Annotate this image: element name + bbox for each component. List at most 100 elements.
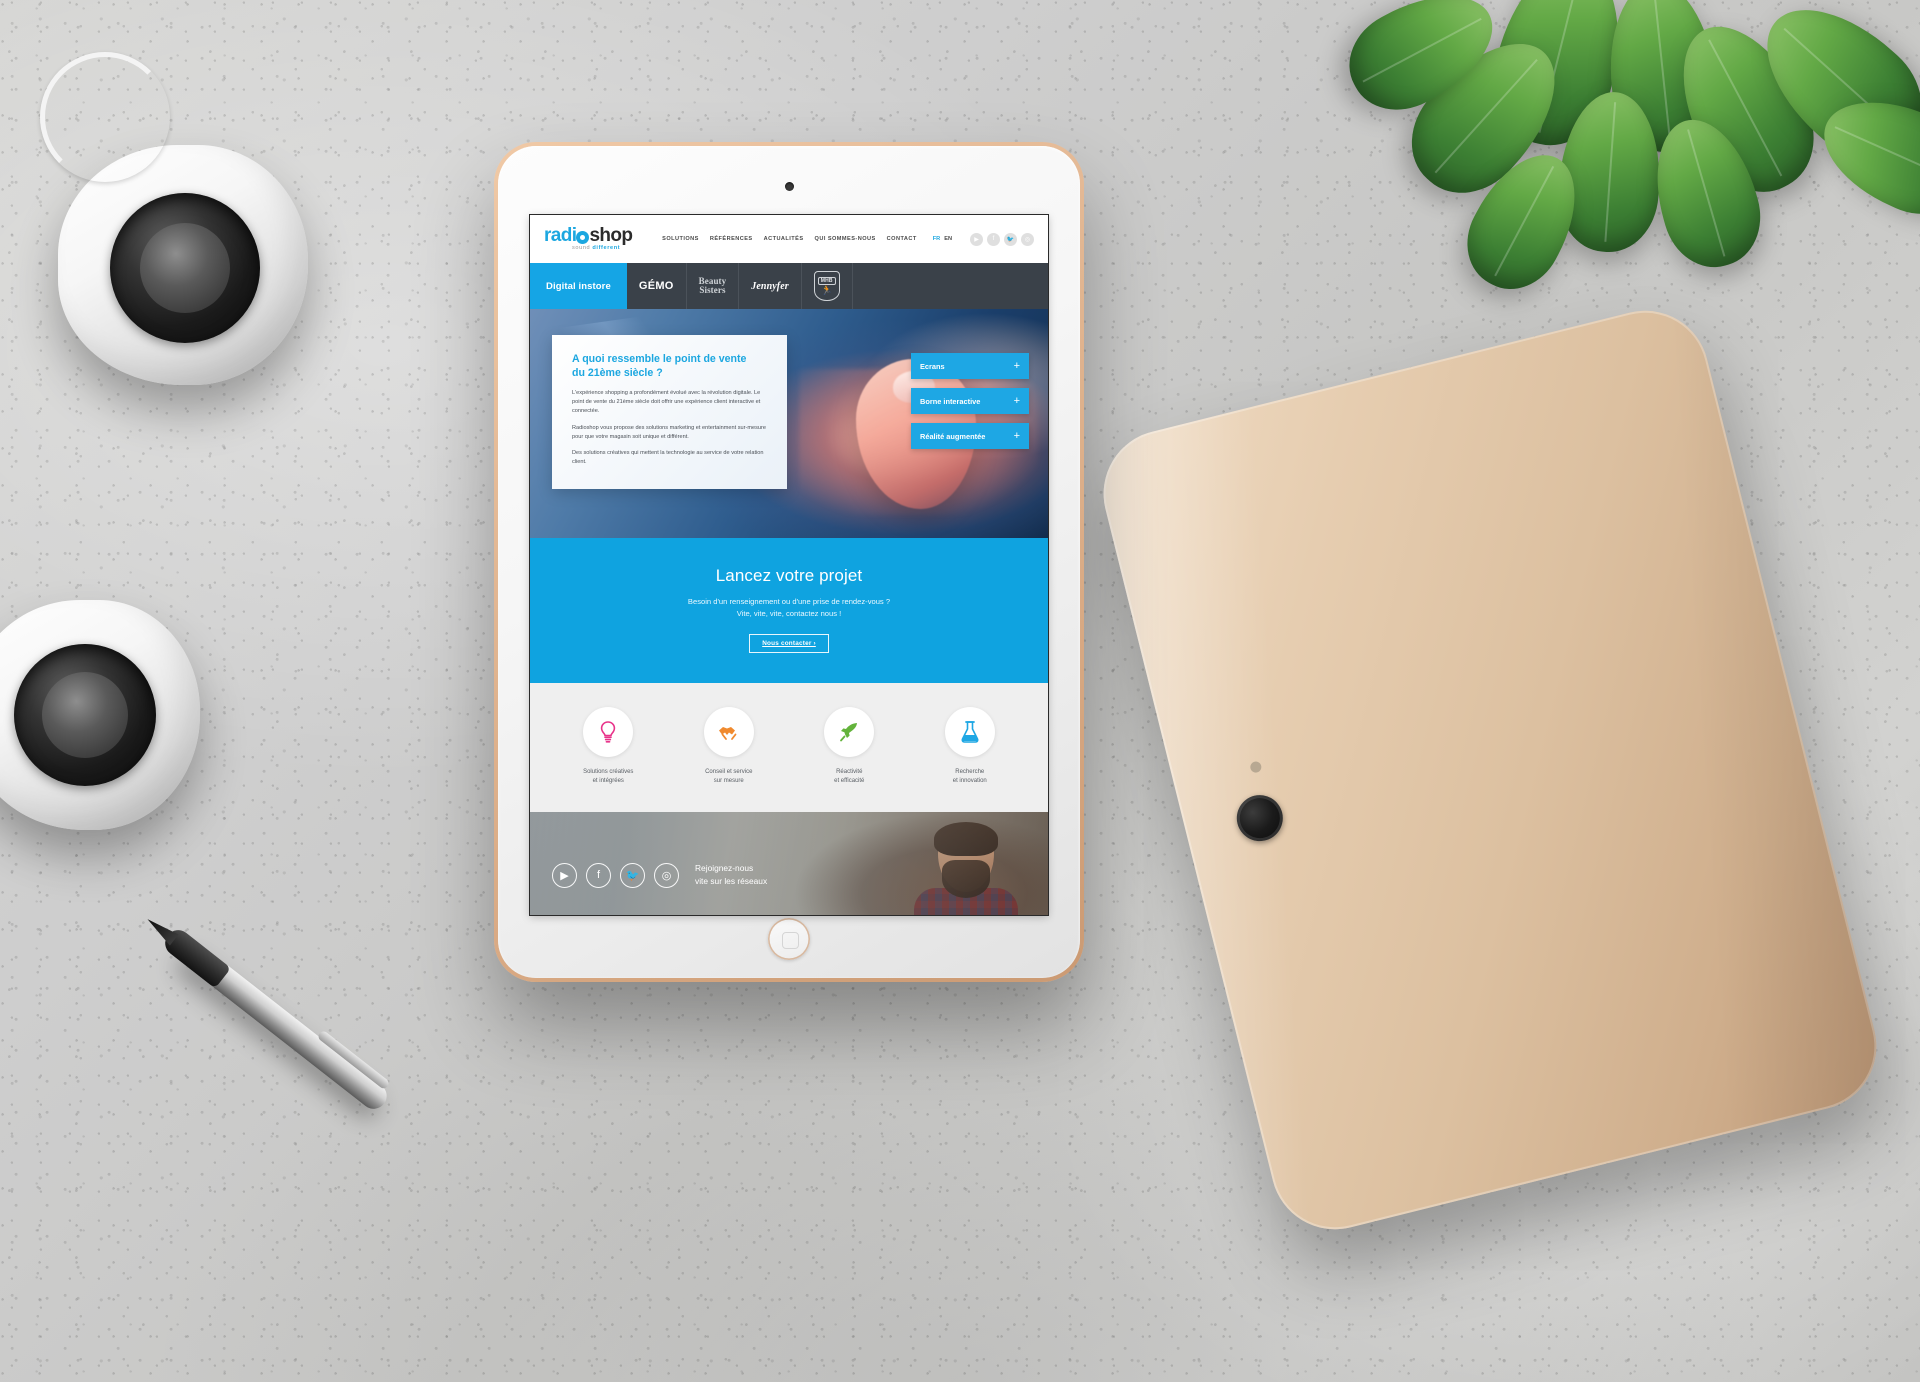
mhb-shield-text: MHB xyxy=(817,277,836,285)
logo-tagline-accent: different xyxy=(592,245,621,252)
accordion-label-ecrans: Ecrans xyxy=(920,361,945,371)
tab-beauty-line2: Sisters xyxy=(699,285,726,295)
home-button[interactable] xyxy=(768,918,810,960)
features-section: Solutions créatives et intégrées Conseil… xyxy=(530,683,1048,812)
lightbulb-icon xyxy=(583,707,634,757)
flask-glyph xyxy=(961,721,979,743)
nav-item-contact[interactable]: CONTACT xyxy=(887,236,917,242)
header-social-links: ▶ f 🐦 ◎ xyxy=(970,232,1034,246)
flask-icon xyxy=(944,707,995,757)
footer-facebook-icon[interactable]: f xyxy=(586,862,611,888)
hero-paragraph-2: Radioshop vous propose des solutions mar… xyxy=(572,424,767,440)
feature-label-solutions-creatives: Solutions créatives et intégrées xyxy=(548,768,669,786)
cta-section: Lancez votre projet Besoin d'un renseign… xyxy=(530,538,1048,683)
hero-section: A quoi ressemble le point de vente du 21… xyxy=(530,309,1048,538)
tab-gemo[interactable]: GÉMO xyxy=(627,263,687,309)
footer-section: ▶ f 🐦 ◎ Rejoignez-nous vite sur les rése… xyxy=(530,812,1048,915)
handshake-icon xyxy=(703,707,754,757)
rocket-glyph xyxy=(840,723,858,742)
hero-text-card: A quoi ressemble le point de vente du 21… xyxy=(552,335,787,490)
logo-shop-text: shop xyxy=(589,225,633,247)
plus-icon-ecrans: + xyxy=(1013,359,1020,372)
tab-jennyfer[interactable]: Jennyfer xyxy=(739,263,802,309)
logo-wordmark: radi shop xyxy=(544,225,633,247)
brand-tabs: Digital instore GÉMO Beauty Sisters Jenn… xyxy=(530,263,1048,309)
tab-jennyfer-label: Jennyfer xyxy=(751,280,789,292)
mhb-shield-icon: MHB 🏃 xyxy=(813,271,840,301)
accordion-label-realite: Réalité augmentée xyxy=(920,431,986,441)
hero-accordion: Ecrans + Borne interactive + Réalité aug… xyxy=(911,353,1029,449)
footer-tagline-line1: Rejoignez-nous xyxy=(695,863,754,873)
feature-3-line1: Recherche xyxy=(955,769,985,775)
lang-en[interactable]: EN xyxy=(944,236,952,242)
nav-item-references[interactable]: RÉFÉRENCES xyxy=(710,236,753,242)
feature-label-conseil-service: Conseil et service sur mesure xyxy=(669,768,790,786)
tab-mhb[interactable]: MHB 🏃 xyxy=(802,263,853,309)
front-camera-icon xyxy=(784,182,794,191)
feature-0-line2: et intégrées xyxy=(592,778,624,784)
footer-tagline: Rejoignez-nous vite sur les réseaux xyxy=(695,862,767,888)
accordion-item-realite-augmentee[interactable]: Réalité augmentée + xyxy=(911,423,1029,449)
accordion-item-ecrans[interactable]: Ecrans + xyxy=(911,353,1029,379)
tab-gemo-label: GÉMO xyxy=(638,280,674,292)
header-twitter-icon[interactable]: 🐦 xyxy=(1004,232,1017,246)
hero-title-line2: du 21ème siècle ? xyxy=(572,366,663,379)
footer-social-links: ▶ f 🐦 ◎ xyxy=(552,862,679,888)
hero-paragraph-3: Des solutions créatives qui mettent la t… xyxy=(572,450,764,466)
cta-line-2: Vite, vite, vite, contactez nous ! xyxy=(736,609,842,618)
speaker-cable-top xyxy=(40,52,170,182)
feature-label-recherche-innovation: Recherche et innovation xyxy=(910,768,1031,786)
hero-paragraph-1: L'expérience shopping a profondément évo… xyxy=(572,390,761,415)
feature-1-line2: sur mesure xyxy=(713,778,744,784)
nav-item-actualites[interactable]: ACTUALITÉS xyxy=(764,236,804,242)
hero-title: A quoi ressemble le point de vente du 21… xyxy=(572,353,767,380)
footer-content: ▶ f 🐦 ◎ Rejoignez-nous vite sur les rése… xyxy=(552,862,767,888)
nav-item-solutions[interactable]: SOLUTIONS xyxy=(662,236,699,242)
language-switcher: FR EN xyxy=(933,236,952,242)
logo-radi-text: radi xyxy=(544,225,577,247)
plus-icon-realite: + xyxy=(1013,429,1020,442)
site-header: radi shop sound different SOLUTIONS RÉFÉ… xyxy=(530,215,1048,263)
cta-title: Lancez votre projet xyxy=(715,566,863,585)
feature-0-line1: Solutions créatives xyxy=(583,769,634,775)
rocket-icon xyxy=(824,707,875,757)
feature-label-reactivite: Réactivité et efficacité xyxy=(789,768,910,786)
footer-twitter-icon[interactable]: 🐦 xyxy=(620,862,645,888)
tab-beauty-sisters[interactable]: Beauty Sisters xyxy=(687,263,740,309)
cta-line-1: Besoin d'un renseignement ou d'une prise… xyxy=(687,597,891,606)
tablet-screen: radi shop sound different SOLUTIONS RÉFÉ… xyxy=(530,215,1048,915)
plus-icon-borne: + xyxy=(1013,394,1020,407)
footer-youtube-icon[interactable]: ▶ xyxy=(552,862,577,888)
footer-tagline-line2: vite sur les réseaux xyxy=(695,876,768,886)
hero-title-line1: A quoi ressemble le point de vente xyxy=(572,353,747,365)
accordion-label-borne: Borne interactive xyxy=(920,396,981,406)
speaker-bottom-left xyxy=(0,600,210,850)
mhb-handball-figure-icon: 🏃 xyxy=(821,285,833,295)
lang-fr[interactable]: FR xyxy=(933,236,940,242)
logo-tagline: sound different xyxy=(544,245,632,252)
feature-recherche-innovation: Recherche et innovation xyxy=(910,707,1031,786)
feature-conseil-service: Conseil et service sur mesure xyxy=(669,707,790,786)
accordion-item-borne-interactive[interactable]: Borne interactive + xyxy=(911,388,1029,414)
tab-beauty-sisters-label: Beauty Sisters xyxy=(699,277,727,295)
feature-1-line1: Conseil et service xyxy=(705,769,753,775)
footer-instagram-icon[interactable]: ◎ xyxy=(654,862,679,888)
feature-2-line2: et efficacité xyxy=(834,778,865,784)
feature-reactivite: Réactivité et efficacité xyxy=(789,707,910,786)
tablet-device: radi shop sound different SOLUTIONS RÉFÉ… xyxy=(494,142,1084,982)
speaker-top-left xyxy=(58,145,318,395)
lightbulb-glyph xyxy=(601,721,616,743)
nav-item-qui-sommes-nous[interactable]: QUI SOMMES-NOUS xyxy=(815,236,876,242)
contact-button[interactable]: Nous contacter › xyxy=(749,634,829,653)
handshake-glyph xyxy=(718,727,737,740)
site-logo[interactable]: radi shop sound different xyxy=(544,225,633,252)
feature-3-line2: et innovation xyxy=(952,778,987,784)
header-facebook-icon[interactable]: f xyxy=(987,232,1000,246)
main-navigation: SOLUTIONS RÉFÉRENCES ACTUALITÉS QUI SOMM… xyxy=(662,232,1034,246)
logo-tagline-plain: sound xyxy=(572,245,593,252)
tab-digital-instore[interactable]: Digital instore xyxy=(530,263,627,309)
feature-solutions-creatives: Solutions créatives et intégrées xyxy=(548,707,669,786)
header-youtube-icon[interactable]: ▶ xyxy=(970,232,983,246)
header-instagram-icon[interactable]: ◎ xyxy=(1021,232,1034,246)
logo-o-icon xyxy=(576,229,590,245)
